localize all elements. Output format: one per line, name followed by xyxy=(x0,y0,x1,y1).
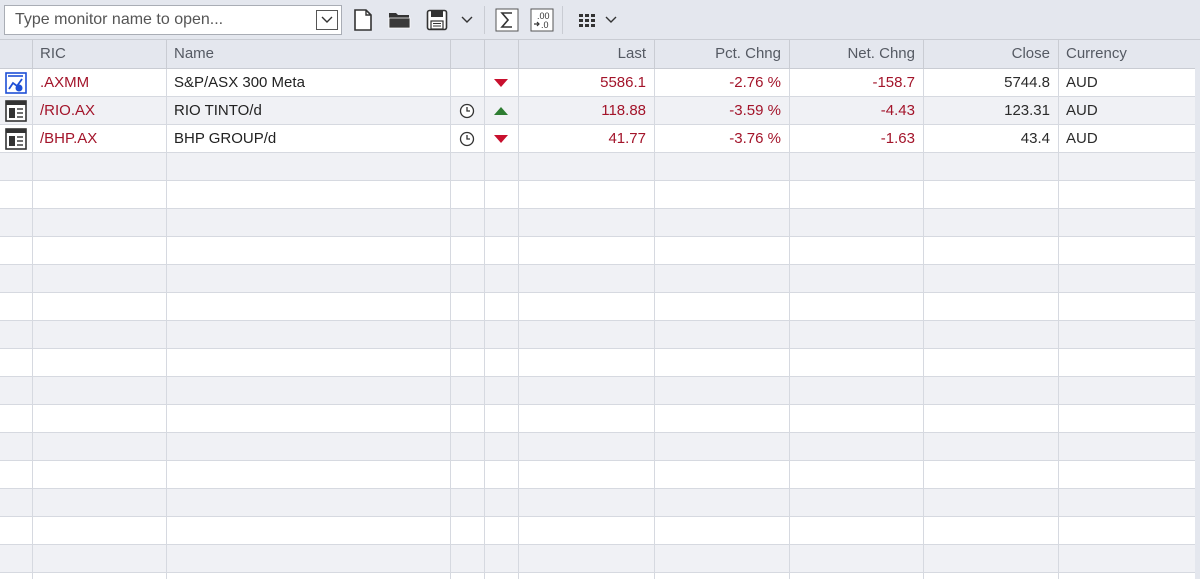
save-monitor-button[interactable] xyxy=(423,6,451,34)
table-row[interactable]: /BHP.AX BHP GROUP/d 41.77 -3.76 % -1.63 43.4 A… xyxy=(0,125,1200,153)
tick-down-arrow-icon xyxy=(484,125,518,152)
empty-row[interactable] xyxy=(0,517,1200,545)
index-chart-icon[interactable] xyxy=(0,69,32,96)
close-cell: 123.31 xyxy=(1004,102,1050,119)
ric-cell[interactable]: /BHP.AX xyxy=(32,125,166,152)
empty-row[interactable] xyxy=(0,293,1200,321)
empty-row[interactable] xyxy=(0,545,1200,573)
decimal-format-icon: .00.0 xyxy=(530,8,554,32)
column-header-last[interactable]: Last xyxy=(518,40,654,68)
column-header-close[interactable]: Close xyxy=(923,40,1058,68)
empty-row[interactable] xyxy=(0,489,1200,517)
empty-row[interactable] xyxy=(0,321,1200,349)
tick-down-arrow-icon xyxy=(484,69,518,96)
quote-page-icon[interactable] xyxy=(0,125,32,152)
net-chng-cell: -1.63 xyxy=(880,130,915,147)
close-cell: 5744.8 xyxy=(1004,74,1050,91)
quote-page-icon[interactable] xyxy=(0,97,32,124)
delayed-clock-icon xyxy=(450,125,484,152)
currency-cell: AUD xyxy=(1066,74,1098,91)
pct-chng-cell: -3.59 % xyxy=(729,102,781,119)
name-cell: S&P/ASX 300 Meta xyxy=(174,74,305,91)
name-cell: BHP GROUP/d xyxy=(174,130,277,147)
empty-row[interactable] xyxy=(0,377,1200,405)
empty-row[interactable] xyxy=(0,349,1200,377)
monitor-dropdown-button[interactable] xyxy=(316,10,338,30)
sum-icon xyxy=(495,8,519,32)
empty-row[interactable] xyxy=(0,265,1200,293)
delayed-clock-icon xyxy=(450,97,484,124)
vertical-scrollbar-track[interactable] xyxy=(1195,40,1200,579)
svg-text:.0: .0 xyxy=(541,20,549,30)
net-chng-cell: -158.7 xyxy=(872,74,915,91)
pct-chng-cell: -2.76 % xyxy=(729,74,781,91)
toolbar: .00.0 xyxy=(0,0,1200,40)
chevron-down-icon xyxy=(604,15,618,25)
pct-chng-cell: -3.76 % xyxy=(729,130,781,147)
open-monitor-button[interactable] xyxy=(386,6,414,34)
empty-row[interactable] xyxy=(0,237,1200,265)
name-cell: RIO TINTO/d xyxy=(174,102,262,119)
last-cell: 5586.1 xyxy=(600,74,646,91)
empty-row[interactable] xyxy=(0,153,1200,181)
new-monitor-button[interactable] xyxy=(349,6,377,34)
column-header-currency[interactable]: Currency xyxy=(1058,40,1200,68)
column-header-net-chng[interactable]: Net. Chng xyxy=(789,40,923,68)
monitor-name-input[interactable] xyxy=(5,6,311,34)
ric-cell[interactable]: .AXMM xyxy=(32,69,166,96)
empty-row[interactable] xyxy=(0,433,1200,461)
grid-layout-icon xyxy=(578,13,596,27)
ric-cell[interactable]: /RIO.AX xyxy=(32,97,166,124)
monitor-combobox[interactable] xyxy=(4,5,342,35)
net-chng-cell: -4.43 xyxy=(880,102,915,119)
close-cell: 43.4 xyxy=(1020,130,1050,147)
new-document-icon xyxy=(353,8,373,32)
chevron-down-icon xyxy=(460,15,474,25)
save-icon xyxy=(426,9,448,31)
currency-cell: AUD xyxy=(1066,130,1098,147)
empty-row[interactable] xyxy=(0,405,1200,433)
column-header-pct-chng[interactable]: Pct. Chng xyxy=(654,40,789,68)
table-row[interactable]: .AXMM S&P/ASX 300 Meta 5586.1 -2.76 % -158.7… xyxy=(0,69,1200,97)
empty-row[interactable] xyxy=(0,181,1200,209)
layout-options-button[interactable] xyxy=(566,6,630,34)
tick-up-arrow-icon xyxy=(484,97,518,124)
last-cell: 118.88 xyxy=(601,102,646,119)
table-row[interactable]: /RIO.AX RIO TINTO/d 118.88 -3.59 % -4.43 123.… xyxy=(0,97,1200,125)
column-header-ric[interactable]: RIC xyxy=(32,40,166,68)
column-header-row: RIC Name Last Pct. Chng Net. Chng Close … xyxy=(0,40,1200,69)
sum-button[interactable] xyxy=(494,6,520,34)
open-folder-icon xyxy=(388,9,412,31)
decimal-format-button[interactable]: .00.0 xyxy=(528,6,556,34)
empty-row[interactable] xyxy=(0,209,1200,237)
column-header-name[interactable]: Name xyxy=(166,40,450,68)
save-options-dropdown[interactable] xyxy=(457,6,477,34)
currency-cell: AUD xyxy=(1066,102,1098,119)
empty-row[interactable] xyxy=(0,461,1200,489)
quote-monitor-grid: RIC Name Last Pct. Chng Net. Chng Close … xyxy=(0,40,1200,579)
last-cell: 41.77 xyxy=(608,130,646,147)
chevron-down-icon xyxy=(320,12,334,29)
